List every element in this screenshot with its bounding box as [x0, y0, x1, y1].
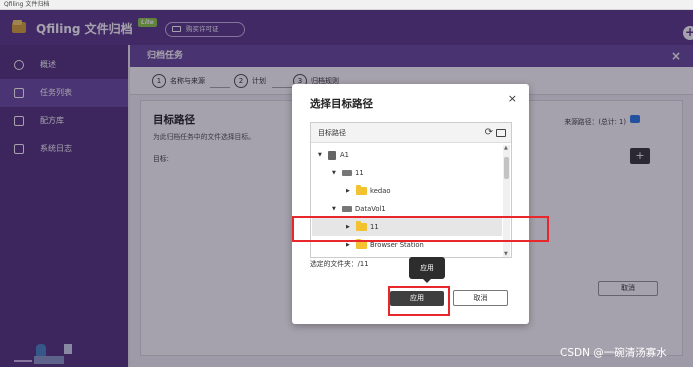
tree-scrollbar[interactable]: ▲ ▼ — [503, 145, 510, 257]
nas-icon — [328, 151, 336, 160]
folder-tree: 目标路径 ⟳ ▼ A1 ▼ 11 ▶ kedao ▼ DataVol1 ▶ 11 — [310, 122, 512, 258]
watermark: CSDN @一碗清汤寡水 — [560, 347, 667, 359]
collapse-icon[interactable]: ▶ — [346, 236, 350, 254]
tree-node-label: Browser Station — [370, 241, 424, 249]
tree-node-datavol1[interactable]: ▼ DataVol1 — [312, 200, 502, 218]
tree-node-11-folder[interactable]: ▶ 11 — [312, 218, 502, 236]
tree-node-label: 11 — [370, 223, 379, 231]
apply-tooltip: 应用 — [409, 257, 445, 283]
tree-node-browser-station[interactable]: ▶ Browser Station — [312, 236, 502, 256]
new-folder-icon[interactable] — [496, 129, 506, 137]
tree-header-label: 目标路径 — [318, 129, 346, 137]
folder-icon — [356, 221, 367, 231]
tree-node-kedao[interactable]: ▶ kedao — [312, 182, 502, 200]
select-target-dialog: 选择目标路径 × 目标路径 ⟳ ▼ A1 ▼ 11 ▶ kedao ▼ Data… — [292, 84, 529, 324]
folder-icon — [356, 185, 367, 195]
scroll-up-icon[interactable]: ▲ — [504, 145, 508, 151]
expand-icon[interactable]: ▼ — [332, 164, 336, 182]
tree-node-11-volume[interactable]: ▼ 11 — [312, 164, 502, 182]
tree-node-label: 11 — [355, 169, 364, 177]
tree-node-a1[interactable]: ▼ A1 — [312, 146, 502, 164]
dialog-cancel-button[interactable]: 取消 — [453, 290, 508, 306]
collapse-icon[interactable]: ▶ — [346, 218, 350, 236]
folder-icon — [356, 239, 367, 249]
refresh-icon[interactable]: ⟳ — [485, 127, 493, 138]
collapse-icon[interactable]: ▶ — [346, 182, 350, 200]
selected-folder-label: 选定的文件夹：/11 — [310, 260, 369, 268]
dialog-title: 选择目标路径 — [310, 98, 373, 110]
tree-node-label: A1 — [340, 151, 349, 159]
scroll-down-icon[interactable]: ▼ — [504, 251, 508, 257]
expand-icon[interactable]: ▼ — [318, 146, 322, 164]
tree-node-label: DataVol1 — [355, 205, 386, 213]
disk-icon — [342, 170, 352, 176]
expand-icon[interactable]: ▼ — [332, 200, 336, 218]
dialog-apply-button[interactable]: 应用 — [390, 291, 444, 306]
tree-node-label: kedao — [370, 187, 391, 195]
scrollbar-thumb[interactable] — [504, 157, 509, 179]
tree-header: 目标路径 ⟳ — [311, 123, 511, 143]
window-title: Qfiling 文件归档 — [0, 0, 693, 10]
close-icon[interactable]: × — [508, 92, 517, 105]
disk-icon — [342, 206, 352, 212]
